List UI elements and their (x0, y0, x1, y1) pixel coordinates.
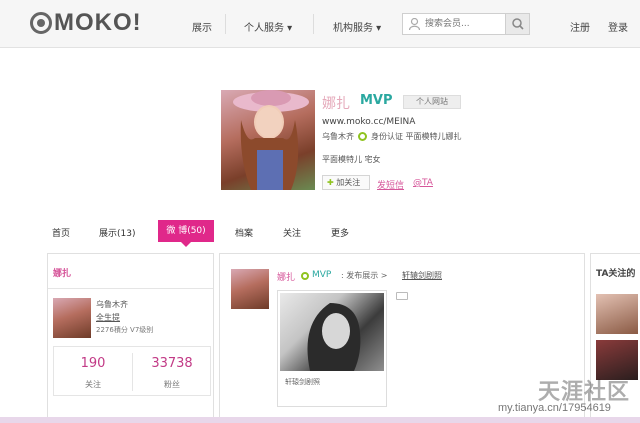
following-label: 关注 (85, 380, 101, 389)
followers-label: 粉丝 (164, 380, 180, 389)
photo-caption: 轩辕剑剧照 (285, 378, 320, 386)
follow-label: 加关注 (336, 178, 361, 187)
profile-tags: 平面模特儿 宅女 (322, 155, 381, 164)
tab-showcase[interactable]: 展示(13) (99, 226, 135, 239)
bottom-stripe (0, 417, 640, 423)
login-link[interactable]: 登录 (608, 19, 628, 34)
feed-photo (280, 293, 384, 371)
nav-divider (225, 14, 226, 34)
top-navigation-bar: MOKO! 展示 个人服务 ▾ 机构服务 ▾ 注册 登录 (0, 0, 640, 48)
profile-name: 娜扎 (322, 96, 350, 112)
search-icon (512, 18, 524, 30)
search-input[interactable] (403, 14, 507, 34)
search-button[interactable] (505, 14, 529, 34)
followers-count[interactable]: 33738 (133, 356, 211, 371)
member-search (402, 13, 530, 35)
logo-text: MOKO! (54, 9, 142, 36)
verified-icon (301, 272, 309, 280)
feed-author-name[interactable]: 娜扎 (277, 270, 295, 283)
register-link[interactable]: 注册 (570, 19, 590, 34)
follow-stats: 190 关注 33738 粉丝 (53, 346, 211, 396)
tab-more[interactable]: 更多 (331, 226, 349, 239)
portrait-image (307, 303, 361, 371)
panel-divider (48, 288, 213, 289)
mvp-badge: MVP (360, 93, 393, 108)
panel-title: 娜扎 (53, 269, 72, 279)
profile-avatar[interactable] (221, 90, 315, 190)
nav-agency-services[interactable]: 机构服务 ▾ (333, 19, 381, 34)
comment-icon[interactable] (396, 292, 408, 300)
avatar[interactable] (53, 298, 91, 338)
user-location: 乌鲁木齐 (96, 300, 128, 309)
verified-icon (358, 132, 367, 141)
tab-profile[interactable]: 档案 (235, 226, 253, 239)
nav-showcase[interactable]: 展示 (192, 19, 212, 34)
mvp-badge: MVP (312, 270, 332, 280)
tianya-watermark-url: my.tianya.cn/17954619 (498, 402, 611, 414)
nav-divider (313, 14, 314, 34)
profile-location: 乌鲁木齐 (322, 132, 354, 141)
profile-photo (233, 90, 309, 190)
mention-link[interactable]: @TA (413, 178, 433, 188)
following-avatar[interactable] (596, 294, 638, 334)
profile-info-line: 乌鲁木齐 身份认证 平面模特儿娜扎 (322, 131, 462, 142)
user-summary-panel: 娜扎 乌鲁木齐 全生提 2276積分 V7级别 190 关注 33738 粉丝 (47, 253, 214, 423)
plus-icon: ✚ (327, 178, 334, 187)
feed-action-text: : 发布展示 > (341, 271, 388, 280)
tab-home[interactable]: 首页 (52, 226, 70, 239)
send-message-link[interactable]: 发短信 (377, 178, 404, 191)
moko-logo[interactable]: MOKO! (30, 9, 142, 36)
personal-site-button[interactable]: 个人网站 (403, 95, 461, 109)
tab-weibo[interactable]: 微 博(50) (158, 220, 214, 247)
logo-mark-icon (30, 12, 52, 34)
tab-following[interactable]: 关注 (283, 226, 301, 239)
nav-personal-services[interactable]: 个人服务 ▾ (244, 19, 292, 34)
following-count[interactable]: 190 (54, 356, 132, 371)
avatar[interactable] (231, 269, 269, 309)
feed-photo-card[interactable]: 轩辕剑剧照 (277, 290, 387, 407)
feed-post-link[interactable]: 轩辕剑剧照 (402, 270, 442, 281)
weibo-feed: 娜扎 MVP : 发布展示 > 轩辕剑剧照 轩辕剑剧照 (219, 253, 585, 423)
following-panel-title: TA关注的 (596, 269, 636, 279)
follow-button[interactable]: ✚ 加关注 (322, 175, 370, 190)
user-score: 2276積分 V7级别 (96, 326, 154, 334)
profile-url[interactable]: www.moko.cc/MEINA (322, 117, 415, 127)
verification-text: 身份认证 平面模特儿娜扎 (371, 132, 462, 141)
user-education[interactable]: 全生提 (96, 312, 120, 323)
